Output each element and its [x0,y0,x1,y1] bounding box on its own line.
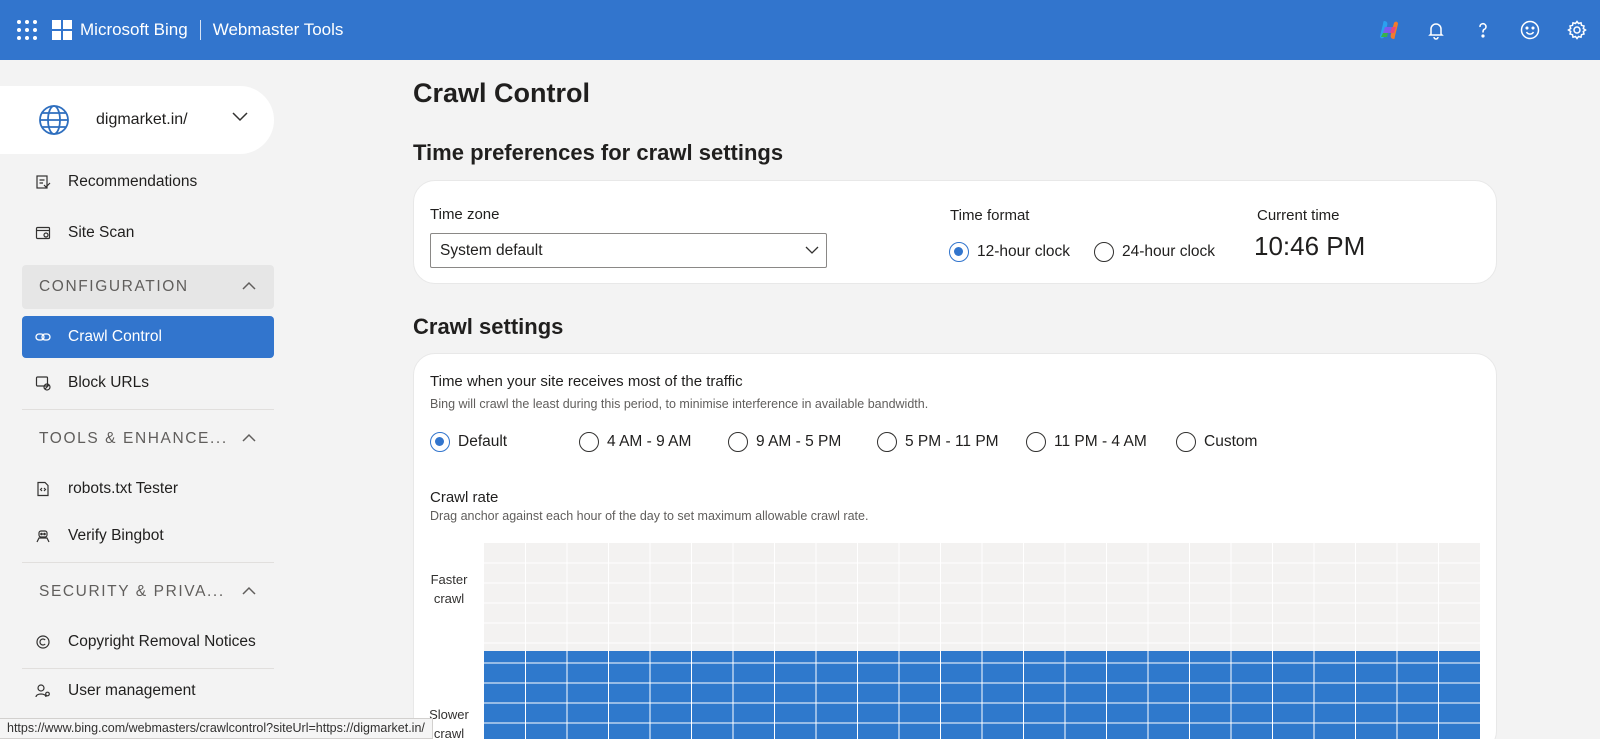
radio-label: 9 AM - 5 PM [756,433,842,450]
settings-gear-icon[interactable] [1553,0,1600,60]
sidebar-item-label: Block URLs [68,374,149,391]
app-launcher-icon[interactable] [16,19,38,41]
timezone-label: Time zone [430,206,500,223]
timezone-dropdown[interactable]: System default [430,233,827,268]
radio-24-hour[interactable]: 24-hour clock [1094,242,1215,262]
crawl-rate-description: Drag anchor against each hour of the day… [430,509,869,523]
radio-circle [1176,432,1196,452]
radio-traffic-custom[interactable]: Custom [1176,432,1257,452]
radio-circle [1094,242,1114,262]
status-url-bar: https://www.bing.com/webmasters/crawlcon… [0,718,433,739]
site-scan-icon [34,224,52,242]
sidebar-item-label: User management [68,682,196,699]
sidebar-item-block-urls[interactable]: Block URLs [22,362,274,404]
radio-circle [1026,432,1046,452]
section-label: SECURITY & PRIVA... [39,583,225,600]
radio-traffic-11pm-4am[interactable]: 11 PM - 4 AM [1026,432,1147,452]
crawl-settings-heading: Crawl settings [413,314,564,339]
sidebar-item-robots-tester[interactable]: robots.txt Tester [22,468,274,510]
radio-circle [949,242,969,262]
traffic-title: Time when your site receives most of the… [430,373,743,390]
radio-traffic-5pm-11pm[interactable]: 5 PM - 11 PM [877,432,999,452]
section-tools-enhancements[interactable]: TOOLS & ENHANCE... [22,417,274,461]
header-divider [199,20,201,40]
time-preferences-card: Time zone System default Time format 12-… [413,180,1497,284]
sidebar-divider [22,668,274,669]
radio-12-hour[interactable]: 12-hour clock [949,242,1070,262]
recommendations-icon [34,173,52,191]
sidebar-item-crawl-control[interactable]: Crawl Control [22,316,274,358]
current-time-label: Current time [1257,207,1340,224]
radio-label: Default [458,433,508,450]
chevron-up-icon [242,433,256,442]
radio-traffic-default[interactable]: Default [430,432,507,452]
feedback-smiley-icon[interactable] [1506,0,1553,60]
page-title: Crawl Control [413,78,591,108]
crawl-control-icon [34,328,52,346]
sidebar-item-label: Crawl Control [68,328,162,345]
faster-crawl-label: Faster crawl [430,572,468,606]
user-management-icon [34,682,52,700]
chevron-down-icon [805,246,819,254]
sidebar-item-label: robots.txt Tester [68,480,178,497]
sidebar-item-copyright-removal[interactable]: Copyright Removal Notices [22,621,274,663]
radio-label: 12-hour clock [977,243,1071,260]
traffic-description: Bing will crawl the least during this pe… [430,397,929,411]
section-label: CONFIGURATION [39,278,189,295]
crawl-rate-grid-lines [484,543,1480,739]
crawl-rate-title: Crawl rate [430,489,499,506]
section-security-privacy[interactable]: SECURITY & PRIVA... [22,570,274,614]
crawl-rate-grid[interactable] [484,543,1480,739]
sidebar-item-user-management[interactable]: User management [22,670,274,712]
radio-label: 5 PM - 11 PM [905,433,999,450]
bot-icon [34,527,52,545]
chevron-down-icon [232,112,248,122]
copyright-icon [34,633,52,651]
radio-label: 4 AM - 9 AM [607,433,692,450]
header-actions [1365,0,1600,60]
sidebar-item-label: Copyright Removal Notices [68,633,256,650]
globe-icon [39,105,69,135]
radio-label: 24-hour clock [1122,243,1216,260]
time-format-label: Time format [950,207,1030,224]
radio-label: Custom [1204,433,1258,450]
block-urls-icon [34,374,52,392]
time-preferences-heading: Time preferences for crawl settings [413,140,784,165]
radio-traffic-4am-9am[interactable]: 4 AM - 9 AM [579,432,691,452]
current-time-value: 10:46 PM [1254,231,1366,261]
sidebar-divider [22,562,274,563]
radio-circle [728,432,748,452]
site-selector[interactable]: digmarket.in/ [0,86,274,154]
site-name: digmarket.in/ [96,111,188,128]
chevron-up-icon [242,586,256,595]
sidebar-item-recommendations[interactable]: Recommendations [22,161,274,203]
radio-circle [877,432,897,452]
sidebar-divider [22,409,274,410]
sidebar-item-verify-bingbot[interactable]: Verify Bingbot [22,515,274,557]
chevron-up-icon [242,281,256,290]
brand-name[interactable]: Microsoft Bing [80,20,188,40]
sidebar: digmarket.in/ Recommendations Site Scan … [0,60,290,739]
timezone-value: System default [440,242,543,259]
robots-file-icon [34,480,52,498]
sidebar-item-site-scan[interactable]: Site Scan [22,212,274,254]
help-icon[interactable] [1459,0,1506,60]
top-bar: Microsoft Bing Webmaster Tools [0,0,1600,60]
crawl-settings-card: Time when your site receives most of the… [413,353,1497,739]
sidebar-item-label: Site Scan [68,224,135,241]
radio-label: 11 PM - 4 AM [1054,433,1147,450]
radio-circle [430,432,450,452]
product-name[interactable]: Webmaster Tools [213,20,344,40]
bell-icon[interactable] [1412,0,1459,60]
radio-circle [579,432,599,452]
copilot-icon[interactable] [1365,0,1412,60]
sidebar-item-label: Recommendations [68,173,198,190]
section-configuration[interactable]: CONFIGURATION [22,265,274,309]
microsoft-logo-icon [52,20,72,40]
sidebar-item-label: Verify Bingbot [68,527,164,544]
radio-traffic-9am-5pm[interactable]: 9 AM - 5 PM [728,432,841,452]
section-label: TOOLS & ENHANCE... [39,430,228,447]
